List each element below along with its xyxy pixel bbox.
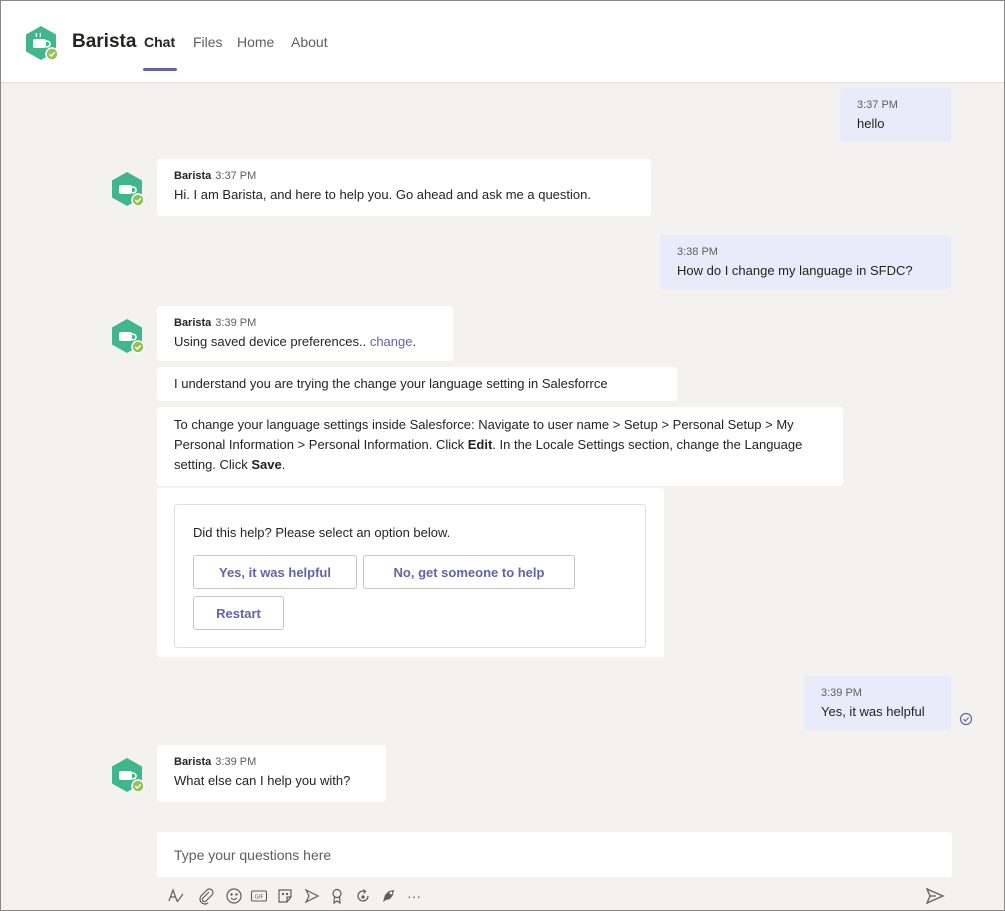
message-time: 3:39 PM — [821, 687, 862, 699]
message-time: 3:37 PM — [215, 170, 257, 182]
restart-button[interactable]: Restart — [193, 596, 284, 630]
sticker-icon[interactable] — [275, 885, 297, 907]
app-icon[interactable] — [378, 885, 400, 907]
meet-icon[interactable] — [301, 885, 323, 907]
message-time: 3:39 PM — [215, 317, 257, 329]
app-name: Barista — [72, 31, 137, 52]
message-text-end: . — [281, 457, 286, 472]
message-received: Barista 3:37 PM Hi. I am Barista, and her… — [157, 159, 651, 216]
message-text: I understand you are trying the change y… — [174, 376, 608, 391]
bot-avatar-icon — [112, 172, 145, 207]
loop-icon[interactable] — [352, 885, 374, 907]
gif-icon[interactable]: GIF — [248, 885, 270, 907]
tab-home[interactable]: Home — [237, 34, 274, 50]
compose-input[interactable]: Type your questions here — [157, 832, 952, 877]
message-text: Using saved device preferences.. — [174, 334, 370, 349]
yes-helpful-button[interactable]: Yes, it was helpful — [193, 555, 357, 589]
message-sender: Barista — [174, 317, 212, 329]
bot-avatar-icon — [112, 758, 145, 793]
message-sender: Barista — [174, 170, 212, 182]
message-time: 3:37 PM — [857, 99, 898, 111]
teams-window: Barista Chat Files Home About 3:37 PM he… — [0, 0, 1005, 911]
tab-chat[interactable]: Chat — [144, 34, 175, 50]
message-text: What else can I help you with? — [174, 773, 351, 788]
message-text-end: . — [412, 334, 417, 349]
emoji-icon[interactable] — [223, 885, 245, 907]
message-received: Barista 3:39 PM Using saved device prefer… — [157, 306, 453, 361]
change-preferences-link[interactable]: change — [370, 334, 413, 349]
tab-about[interactable]: About — [291, 34, 328, 50]
message-text: How do I change my language in SFDC? — [677, 263, 913, 278]
barista-logo-icon — [26, 26, 59, 61]
attach-icon[interactable] — [195, 885, 217, 907]
message-bold-save: Save — [251, 457, 282, 472]
message-time: 3:38 PM — [677, 246, 718, 258]
tab-files[interactable]: Files — [193, 34, 223, 50]
message-sender: Barista — [174, 756, 212, 768]
message-received: I understand you are trying the change y… — [157, 367, 677, 401]
praise-icon[interactable] — [326, 885, 348, 907]
message-sent: 3:39 PM Yes, it was helpful — [804, 676, 951, 730]
get-help-button[interactable]: No, get someone to help — [363, 555, 575, 589]
message-bold-edit: Edit — [467, 437, 493, 452]
format-icon[interactable] — [165, 885, 187, 907]
message-sent: 3:37 PM hello — [840, 88, 951, 142]
message-received: To change your language settings inside … — [157, 407, 843, 486]
message-time: 3:39 PM — [215, 756, 257, 768]
message-text: Hi. I am Barista, and here to help you. … — [174, 187, 591, 202]
active-tab-indicator — [143, 68, 177, 71]
bot-avatar-icon — [112, 319, 145, 354]
message-received: Barista 3:39 PM What else can I help you … — [157, 745, 386, 802]
card-question: Did this help? Please select an option b… — [193, 525, 451, 540]
message-sent: 3:38 PM How do I change my language in S… — [660, 235, 951, 289]
read-receipt-icon — [959, 712, 973, 726]
gif-label: GIF — [254, 895, 263, 901]
more-icon[interactable]: ··· — [403, 885, 425, 907]
message-text: Yes, it was helpful — [821, 704, 925, 719]
app-header: Barista Chat Files Home About — [1, 1, 1004, 83]
feedback-card: Did this help? Please select an option b… — [174, 504, 646, 648]
send-icon[interactable] — [923, 885, 947, 907]
message-text: hello — [857, 116, 885, 131]
